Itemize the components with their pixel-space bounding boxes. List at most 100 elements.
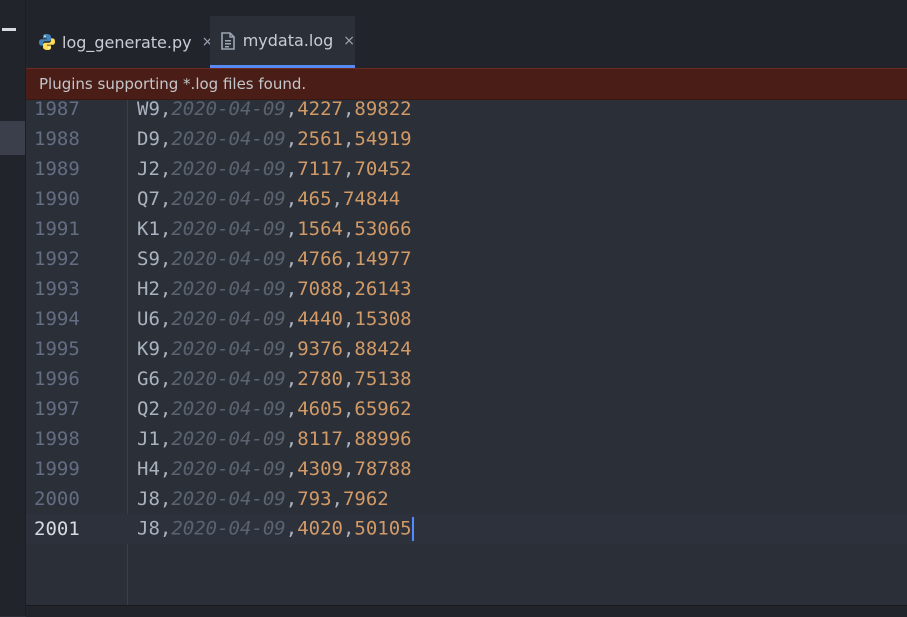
separator: , <box>285 188 298 210</box>
record-id: J2 <box>137 158 160 180</box>
record-date: 2020-04-09 <box>171 517 286 540</box>
separator: , <box>159 517 172 540</box>
code-line[interactable]: 1989 J2,2020-04-09,7117,70452 <box>26 154 907 184</box>
left-panel-strip <box>0 0 26 616</box>
code-line[interactable]: 1991 K1,2020-04-09,1564,53066 <box>26 214 907 244</box>
separator: , <box>331 188 343 210</box>
record-value-b: 89822 <box>354 100 412 120</box>
line-content: U6,2020-04-09,4440,15308 <box>127 308 412 330</box>
record-date: 2020-04-09 <box>171 458 286 480</box>
separator: , <box>285 338 298 360</box>
record-value-a: 7117 <box>297 158 343 180</box>
code-line[interactable]: 1993 H2,2020-04-09,7088,26143 <box>26 274 907 304</box>
record-value-a: 793 <box>297 488 332 510</box>
tab-label: log_generate.py <box>62 32 192 52</box>
line-content: S9,2020-04-09,4766,14977 <box>127 248 412 270</box>
code-line[interactable]: 1990 Q7,2020-04-09,465,74844 <box>26 184 907 214</box>
record-date: 2020-04-09 <box>171 398 286 420</box>
code-line[interactable]: 1997 Q2,2020-04-09,4605,65962 <box>26 394 907 424</box>
record-date: 2020-04-09 <box>171 308 286 330</box>
record-id: J8 <box>137 488 160 510</box>
record-id: G6 <box>137 368 160 390</box>
line-number: 1990 <box>34 188 80 210</box>
record-value-b: 15308 <box>354 308 412 330</box>
record-date: 2020-04-09 <box>171 218 286 240</box>
line-content: D9,2020-04-09,2561,54919 <box>127 128 412 150</box>
horizontal-scrollbar[interactable] <box>26 605 907 617</box>
record-value-a: 4020 <box>297 517 343 540</box>
record-id: H2 <box>137 278 160 300</box>
code-line[interactable]: 1992 S9,2020-04-09,4766,14977 <box>26 244 907 274</box>
code-line[interactable]: 1987 W9,2020-04-09,4227,89822 <box>26 100 907 124</box>
separator: , <box>342 278 355 300</box>
line-number: 1999 <box>34 458 80 480</box>
separator: , <box>285 248 298 270</box>
record-value-b: 88424 <box>354 338 412 360</box>
separator: , <box>159 398 172 420</box>
record-date: 2020-04-09 <box>171 488 286 510</box>
python-icon <box>38 32 56 52</box>
code-line[interactable]: 2000 J8,2020-04-09,793,7962 <box>26 484 907 514</box>
line-number: 1994 <box>34 308 80 330</box>
separator: , <box>285 428 298 450</box>
code-line[interactable]: 1994 U6,2020-04-09,4440,15308 <box>26 304 907 334</box>
separator: , <box>159 100 172 120</box>
separator: , <box>342 218 355 240</box>
separator: , <box>342 338 355 360</box>
record-value-b: 50105 <box>354 517 412 540</box>
separator: , <box>285 368 298 390</box>
record-value-a: 4227 <box>297 100 343 120</box>
close-icon[interactable]: × <box>343 33 355 49</box>
separator: , <box>285 488 298 510</box>
record-value-a: 4766 <box>297 248 343 270</box>
line-number: 1993 <box>34 278 80 300</box>
line-number: 2001 <box>34 518 80 540</box>
record-value-a: 8117 <box>297 428 343 450</box>
code-line[interactable]: 2001 J8,2020-04-09,4020,50105 <box>26 514 907 544</box>
separator: , <box>159 248 172 270</box>
separator: , <box>285 158 298 180</box>
record-value-a: 2780 <box>297 368 343 390</box>
separator: , <box>159 158 172 180</box>
code-line[interactable]: 1999 H4,2020-04-09,4309,78788 <box>26 454 907 484</box>
record-value-b: 54919 <box>354 128 412 150</box>
record-value-b: 7962 <box>342 488 389 510</box>
tab-log-generate[interactable]: log_generate.py × <box>34 16 213 68</box>
separator: , <box>159 188 172 210</box>
separator: , <box>285 398 298 420</box>
text-editor[interactable]: 1987 W9,2020-04-09,4227,89822 1988 D9,2020-… <box>26 100 907 605</box>
line-content: J8,2020-04-09,793,7962 <box>127 488 389 510</box>
separator: , <box>159 458 172 480</box>
line-content: Q2,2020-04-09,4605,65962 <box>127 398 412 420</box>
code-line[interactable]: 1996 G6,2020-04-09,2780,75138 <box>26 364 907 394</box>
separator: , <box>159 308 172 330</box>
separator: , <box>285 278 298 300</box>
line-content: K1,2020-04-09,1564,53066 <box>127 218 412 240</box>
record-date: 2020-04-09 <box>171 248 286 270</box>
collapse-icon[interactable] <box>2 28 16 31</box>
record-value-a: 465 <box>297 188 332 210</box>
record-value-b: 74844 <box>342 188 401 210</box>
record-value-b: 78788 <box>354 458 412 480</box>
record-id: J1 <box>137 428 160 450</box>
line-number: 1987 <box>34 100 80 120</box>
line-content: Q7,2020-04-09,465,74844 <box>127 188 400 210</box>
line-content: G6,2020-04-09,2780,75138 <box>127 368 412 390</box>
line-number: 1992 <box>34 248 80 270</box>
record-value-a: 9376 <box>297 338 343 360</box>
record-date: 2020-04-09 <box>171 128 286 150</box>
panel-selection <box>0 121 25 155</box>
separator: , <box>285 100 298 120</box>
plugin-notification[interactable]: Plugins supporting *.log files found. <box>26 68 907 100</box>
record-id: J8 <box>137 517 160 540</box>
record-value-a: 4309 <box>297 458 343 480</box>
separator: , <box>342 428 355 450</box>
tab-mydata-log[interactable]: mydata.log × <box>210 16 355 68</box>
record-id: Q7 <box>137 188 160 210</box>
code-line[interactable]: 1995 K9,2020-04-09,9376,88424 <box>26 334 907 364</box>
code-line[interactable]: 1998 J1,2020-04-09,8117,88996 <box>26 424 907 454</box>
record-id: K1 <box>137 218 160 240</box>
code-line[interactable]: 1988 D9,2020-04-09,2561,54919 <box>26 124 907 154</box>
tab-bar: log_generate.py × mydata.log × <box>26 0 907 68</box>
record-value-a: 2561 <box>297 128 343 150</box>
